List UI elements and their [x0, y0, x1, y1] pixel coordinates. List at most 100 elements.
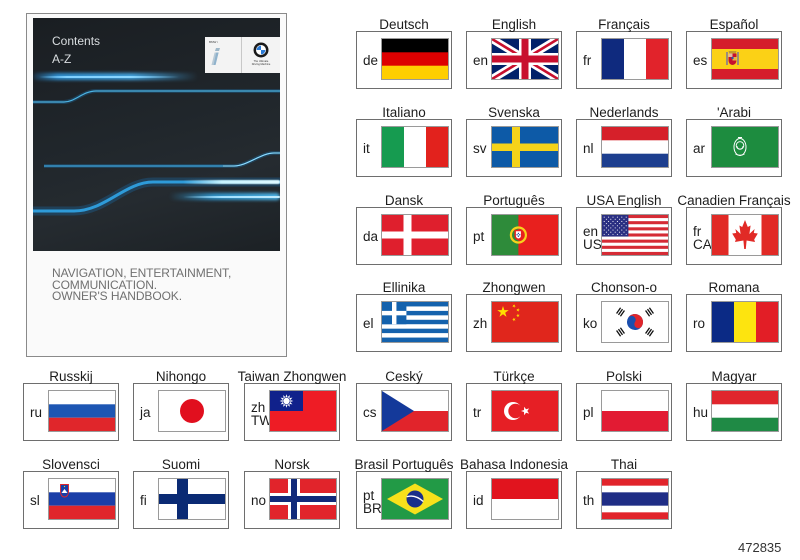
flag-sweden-icon: [491, 126, 559, 168]
bmw-i-label: BMW i: [209, 40, 218, 44]
language-code-part: ar: [693, 140, 706, 156]
language-code-part: de: [363, 52, 379, 68]
language-code-part: no: [251, 492, 267, 508]
flag-turkey-icon: [491, 390, 559, 432]
language-code: id: [473, 472, 493, 528]
language-variant-fr: Français fr: [576, 17, 672, 89]
language-code-part: ru: [30, 404, 43, 420]
language-code: it: [363, 120, 383, 176]
flag-spain-icon: [711, 38, 779, 80]
language-variant-th: Thai th: [576, 457, 672, 529]
language-variant-sl: Slovensci sl: [23, 457, 119, 529]
language-variant-en-us: USA English en US: [576, 193, 672, 265]
language-code-part: zh: [473, 315, 488, 331]
cover-title: Contents: [52, 34, 101, 48]
cover-subtitle: A-Z: [52, 52, 72, 66]
language-code: en US: [583, 208, 603, 264]
language-name: Canadien Français: [677, 193, 791, 208]
flag-indonesia-icon: [491, 478, 559, 520]
language-code-part: en: [473, 52, 489, 68]
flag-poland-icon: [601, 390, 669, 432]
flag-united-states-icon: [601, 214, 669, 256]
language-code-part: fi: [140, 492, 147, 508]
light-streak-core: [183, 196, 280, 198]
language-variant-el: Ellinika el: [356, 280, 452, 352]
flag-united-kingdom-icon: [491, 38, 559, 80]
language-code: ro: [693, 295, 713, 351]
language-code-part: CA: [693, 236, 712, 252]
language-variant-ar: 'Arabi ar: [686, 105, 782, 177]
flag-italy-icon: [381, 126, 449, 168]
language-variant-hu: Magyar hu: [686, 369, 782, 441]
flag-norway-icon: [269, 478, 337, 520]
language-code-part: ro: [693, 315, 706, 331]
bmw-i-logo: BMW i: [205, 37, 242, 73]
language-code: th: [583, 472, 603, 528]
language-variant-zh: Zhongwen zh: [466, 280, 562, 352]
flag-thailand-icon: [601, 478, 669, 520]
flag-finland-icon: [158, 478, 226, 520]
language-code: es: [693, 32, 713, 88]
language-code-part: th: [583, 492, 595, 508]
language-variant-cs: Ceský cs: [356, 369, 452, 441]
language-code: ar: [693, 120, 713, 176]
language-variant-ru: Russkij ru: [23, 369, 119, 441]
flag-portugal-icon: [491, 214, 559, 256]
flag-netherlands-icon: [601, 126, 669, 168]
language-code: pt BR: [363, 472, 383, 528]
language-code-part: pt: [473, 228, 485, 244]
language-code-part: it: [363, 140, 370, 156]
language-variant-fi: Suomi fi: [133, 457, 229, 529]
language-code-part: TW: [251, 412, 272, 428]
language-variant-id: Bahasa Indonesia id: [460, 457, 568, 529]
language-code-part: US: [583, 236, 602, 252]
language-variant-it: Italiano it: [356, 105, 452, 177]
flag-france-icon: [601, 38, 669, 80]
light-streak-core: [183, 180, 280, 184]
language-variant-zh-tw: Taiwan Zhongwen zh TW: [238, 369, 346, 441]
cover-description: NAVIGATION, ENTERTAINMENT, COMMUNICATION…: [52, 267, 231, 303]
language-variant-es: Español es: [686, 17, 782, 89]
language-code-part: id: [473, 492, 484, 508]
flag-russia-icon: [48, 390, 116, 432]
language-variant-no: Norsk no: [244, 457, 340, 529]
flag-slovenia-icon: [48, 478, 116, 520]
bmw-tagline: The Ultimate Driving Machine: [242, 60, 280, 66]
language-code: el: [363, 295, 383, 351]
language-variant-nl: Nederlands nl: [576, 105, 672, 177]
flag-germany-icon: [381, 38, 449, 80]
language-variant-da: Dansk da: [356, 193, 452, 265]
language-code-part: nl: [583, 140, 594, 156]
language-code: nl: [583, 120, 603, 176]
bmw-roundel-logo: The Ultimate Driving Machine: [242, 37, 280, 73]
language-variant-pt-br: Brasil Português pt BR: [354, 457, 454, 529]
parts-illustration: Contents A-Z BMW i The Ultimate Driving …: [0, 0, 800, 560]
language-code: tr: [473, 384, 493, 440]
language-code-part: da: [363, 228, 379, 244]
language-variant-fr-ca: Canadien Français fr CA: [677, 193, 791, 265]
language-variant-tr: Türkçe tr: [466, 369, 562, 441]
bmw-i-icon: [211, 48, 220, 65]
illustration-number: 472835: [738, 540, 782, 555]
language-code-part: cs: [363, 404, 377, 420]
language-code: zh: [473, 295, 493, 351]
language-code: pt: [473, 208, 493, 264]
bmw-roundel-icon: [253, 42, 269, 58]
flag-canada-icon: [711, 214, 779, 256]
language-name: Thai: [610, 457, 638, 472]
language-code-part: es: [693, 52, 708, 68]
language-name: Español: [709, 17, 759, 32]
flag-arab-league-icon: [711, 126, 779, 168]
language-code: ja: [140, 384, 160, 440]
language-code-part: sl: [30, 492, 40, 508]
language-code: sl: [30, 472, 50, 528]
language-variant-en: English en: [466, 17, 562, 89]
language-code: en: [473, 32, 493, 88]
language-variant-pl: Polski pl: [576, 369, 672, 441]
flag-taiwan-icon: [269, 390, 337, 432]
language-code: de: [363, 32, 383, 88]
language-code: pl: [583, 384, 603, 440]
language-code-part: ko: [583, 315, 598, 331]
flag-czech-republic-icon: [381, 390, 449, 432]
language-code: ko: [583, 295, 603, 351]
